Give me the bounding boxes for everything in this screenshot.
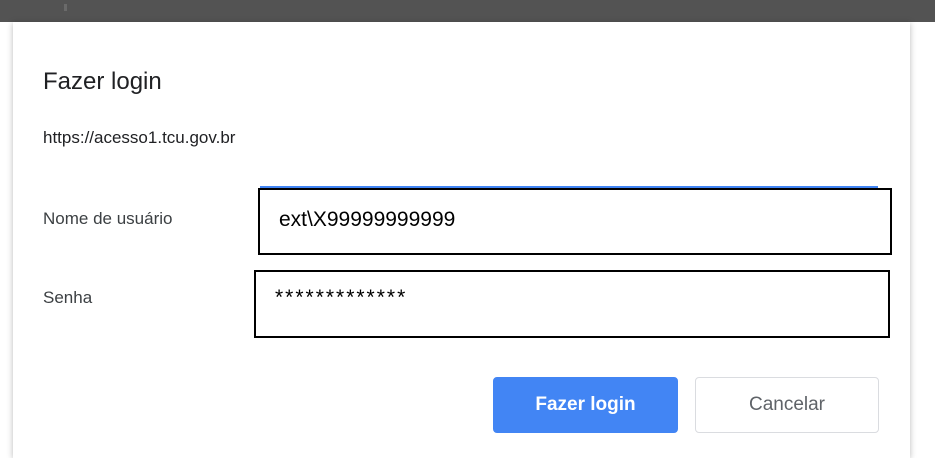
username-field[interactable]: ext\X99999999999 bbox=[258, 186, 892, 255]
username-focus-line bbox=[260, 186, 878, 188]
dialog-title: Fazer login bbox=[43, 68, 162, 95]
password-field[interactable]: ************* bbox=[254, 270, 890, 338]
page: Fazer login https://acesso1.tcu.gov.br N… bbox=[0, 0, 935, 458]
site-url: https://acesso1.tcu.gov.br bbox=[43, 128, 236, 147]
username-label: Nome de usuário bbox=[43, 209, 173, 228]
password-label: Senha bbox=[43, 288, 93, 307]
browser-backdrop bbox=[0, 0, 935, 22]
backdrop-divider bbox=[64, 4, 67, 11]
password-value: ************* bbox=[275, 286, 408, 309]
login-dialog: Fazer login https://acesso1.tcu.gov.br N… bbox=[13, 22, 910, 458]
login-button[interactable]: Fazer login bbox=[493, 377, 678, 433]
cancel-button[interactable]: Cancelar bbox=[695, 377, 879, 433]
username-value: ext\X99999999999 bbox=[279, 208, 456, 231]
